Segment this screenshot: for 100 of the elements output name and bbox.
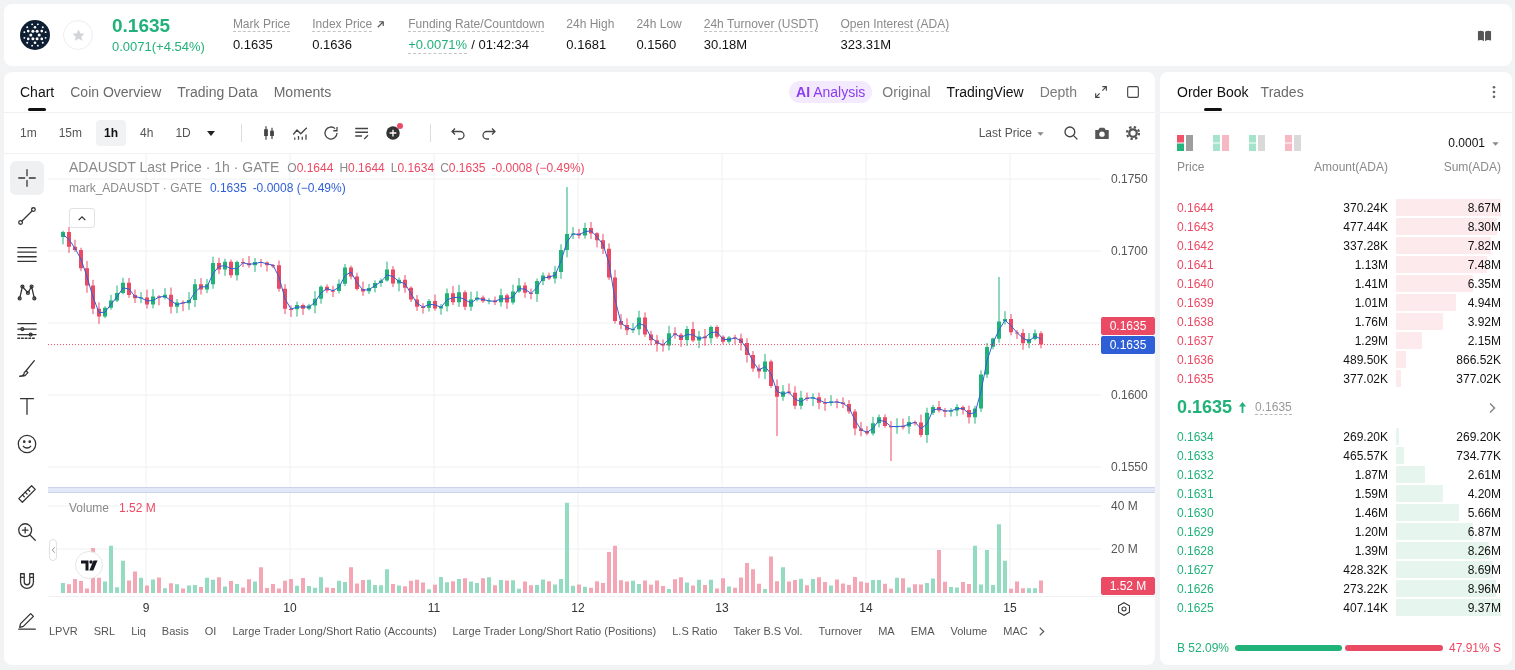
stat-label: 24h Turnover (USDT) — [703, 16, 819, 32]
indicator-tab[interactable]: Taker B.S Vol. — [733, 625, 803, 637]
collapse-toolbar-handle[interactable] — [49, 539, 57, 561]
chevron-right-icon[interactable] — [1037, 625, 1045, 637]
bid-price: 0.1627 — [1177, 562, 1215, 577]
stat-label: Mark Price — [232, 16, 291, 32]
indicator-tab[interactable]: Liq — [131, 625, 146, 637]
chart-logo-icon[interactable] — [75, 551, 103, 579]
last-price-marker: 0.1635 — [1101, 316, 1155, 335]
stat-value: 0.1560 — [636, 37, 677, 53]
bid-price: 0.1626 — [1177, 581, 1215, 596]
interval-button[interactable]: 15m — [50, 120, 90, 146]
price-axis-label: 0.1600 — [1111, 388, 1148, 402]
view-mode-tab[interactable]: Depth — [1039, 84, 1077, 100]
stat-label: 24h High — [566, 17, 615, 31]
interval-button[interactable]: 1D — [167, 120, 199, 146]
square-icon[interactable] — [1125, 84, 1141, 100]
mark-price: 0.1635 — [1255, 400, 1292, 415]
view-mode-tab[interactable]: TradingView — [946, 84, 1024, 100]
time-axis-label: 9 — [142, 601, 150, 615]
indicator-tab[interactable]: Volume — [950, 625, 988, 637]
brush-icon — [16, 357, 38, 379]
collapse-legend-button[interactable] — [69, 208, 95, 228]
indicator-tab[interactable]: LPVR — [49, 625, 78, 637]
price-change: 0.0071(+4.54%) — [112, 39, 205, 55]
bid-price: 0.1625 — [1177, 600, 1215, 615]
bid-total: 269.20K — [1456, 429, 1501, 444]
ask-price: 0.1638 — [1177, 314, 1215, 329]
ask-total: 8.30M — [1467, 219, 1501, 234]
zoom-in-icon — [16, 521, 38, 543]
indicator-tab[interactable]: MA — [878, 625, 895, 637]
ask-total: 2.15M — [1467, 333, 1501, 348]
interval-button[interactable]: 1h — [96, 120, 127, 146]
ohlc-value: C0.1635 — [440, 161, 486, 175]
more-options-icon[interactable] — [1492, 85, 1496, 99]
bid-total: 2.61M — [1467, 467, 1501, 482]
plus-circle-icon — [383, 124, 402, 142]
order-book-tab[interactable]: Trades — [1260, 72, 1304, 112]
book-layout-icon[interactable] — [1177, 135, 1193, 151]
ask-amount: 1.13M — [1353, 257, 1388, 272]
time-axis-label: 11 — [427, 601, 441, 615]
chevron-right-icon[interactable] — [1488, 401, 1496, 414]
indicator-tab[interactable]: MAC — [1003, 625, 1028, 637]
chart-tab[interactable]: Trading Data — [177, 72, 258, 112]
bid-price: 0.1633 — [1177, 448, 1215, 463]
ask-amount: 370.24K — [1342, 200, 1388, 215]
interval-button[interactable]: 4h — [132, 120, 162, 146]
bid-amount: 1.39M — [1353, 543, 1388, 558]
chart-tab[interactable]: Coin Overview — [70, 72, 162, 112]
indicator-tab[interactable]: OI — [204, 625, 217, 637]
ask-total: 8.67M — [1467, 200, 1501, 215]
crosshair-icon — [16, 167, 38, 189]
precision-dropdown[interactable]: 0.0001 — [1448, 136, 1500, 150]
drawing-tool-button[interactable] — [10, 161, 44, 195]
ask-total: 7.48M — [1467, 257, 1501, 272]
arrow-icon — [1238, 401, 1248, 414]
refresh-icon — [321, 124, 340, 142]
chart-tab[interactable]: Chart — [20, 72, 55, 112]
sell-ratio: 47.91% S — [1448, 641, 1501, 655]
volume-axis-label: 40 M — [1111, 499, 1138, 513]
ask-total: 4.94M — [1467, 295, 1501, 310]
indicator-tab[interactable]: Large Trader Long/Short Ratio (Accounts) — [232, 625, 437, 637]
depth-bar — [1396, 485, 1444, 502]
column-header: Price — [1177, 160, 1206, 174]
ask-price: 0.1642 — [1177, 238, 1215, 253]
bid-price: 0.1629 — [1177, 524, 1215, 539]
ask-price: 0.1640 — [1177, 276, 1215, 291]
indicator-tab[interactable]: EMA — [910, 625, 935, 637]
bid-amount: 465.57K — [1342, 448, 1388, 463]
stat-value: 0.1636 — [312, 37, 352, 53]
bid-amount: 428.32K — [1342, 562, 1388, 577]
indicator-tab[interactable]: Large Trader Long/Short Ratio (Positions) — [452, 625, 657, 637]
order-book-tab[interactable]: Order Book — [1177, 72, 1249, 112]
indicator-tab[interactable]: Basis — [161, 625, 189, 637]
ask-amount: 1.41M — [1353, 276, 1388, 291]
bid-amount: 407.14K — [1342, 600, 1388, 615]
ask-amount: 377.02K — [1342, 371, 1388, 386]
volume-title: Volume — [69, 501, 110, 515]
price-source-dropdown[interactable]: Last Price — [978, 126, 1045, 140]
interval-button[interactable]: 1m — [12, 120, 45, 146]
ask-price: 0.1639 — [1177, 295, 1215, 310]
ohlc-value: L0.1634 — [390, 161, 435, 175]
ohlc-value: O0.1644 — [287, 161, 334, 175]
expand-icon[interactable] — [1093, 84, 1109, 100]
time-axis-label: 14 — [859, 601, 873, 615]
coin-logo-icon — [20, 20, 50, 50]
funding-countdown: / 01:42:34 — [471, 37, 529, 53]
view-mode-tab[interactable]: Original — [882, 84, 931, 100]
volume-axis-label: 20 M — [1111, 542, 1138, 556]
time-axis-label: 13 — [715, 601, 729, 615]
bid-price: 0.1630 — [1177, 505, 1215, 520]
indicator-tab[interactable]: L.S Ratio — [672, 625, 718, 637]
settings-icon[interactable] — [1116, 600, 1132, 617]
stat-label[interactable]: Index Price — [312, 16, 373, 32]
ruler-icon — [16, 483, 38, 505]
ai-analysis-button[interactable]: AI Analysis — [789, 81, 873, 103]
indicator-tab[interactable]: Turnover — [818, 625, 863, 637]
external-link-icon[interactable] — [375, 18, 387, 30]
chart-tab[interactable]: Moments — [273, 72, 332, 112]
indicator-tab[interactable]: SRL — [93, 625, 116, 637]
